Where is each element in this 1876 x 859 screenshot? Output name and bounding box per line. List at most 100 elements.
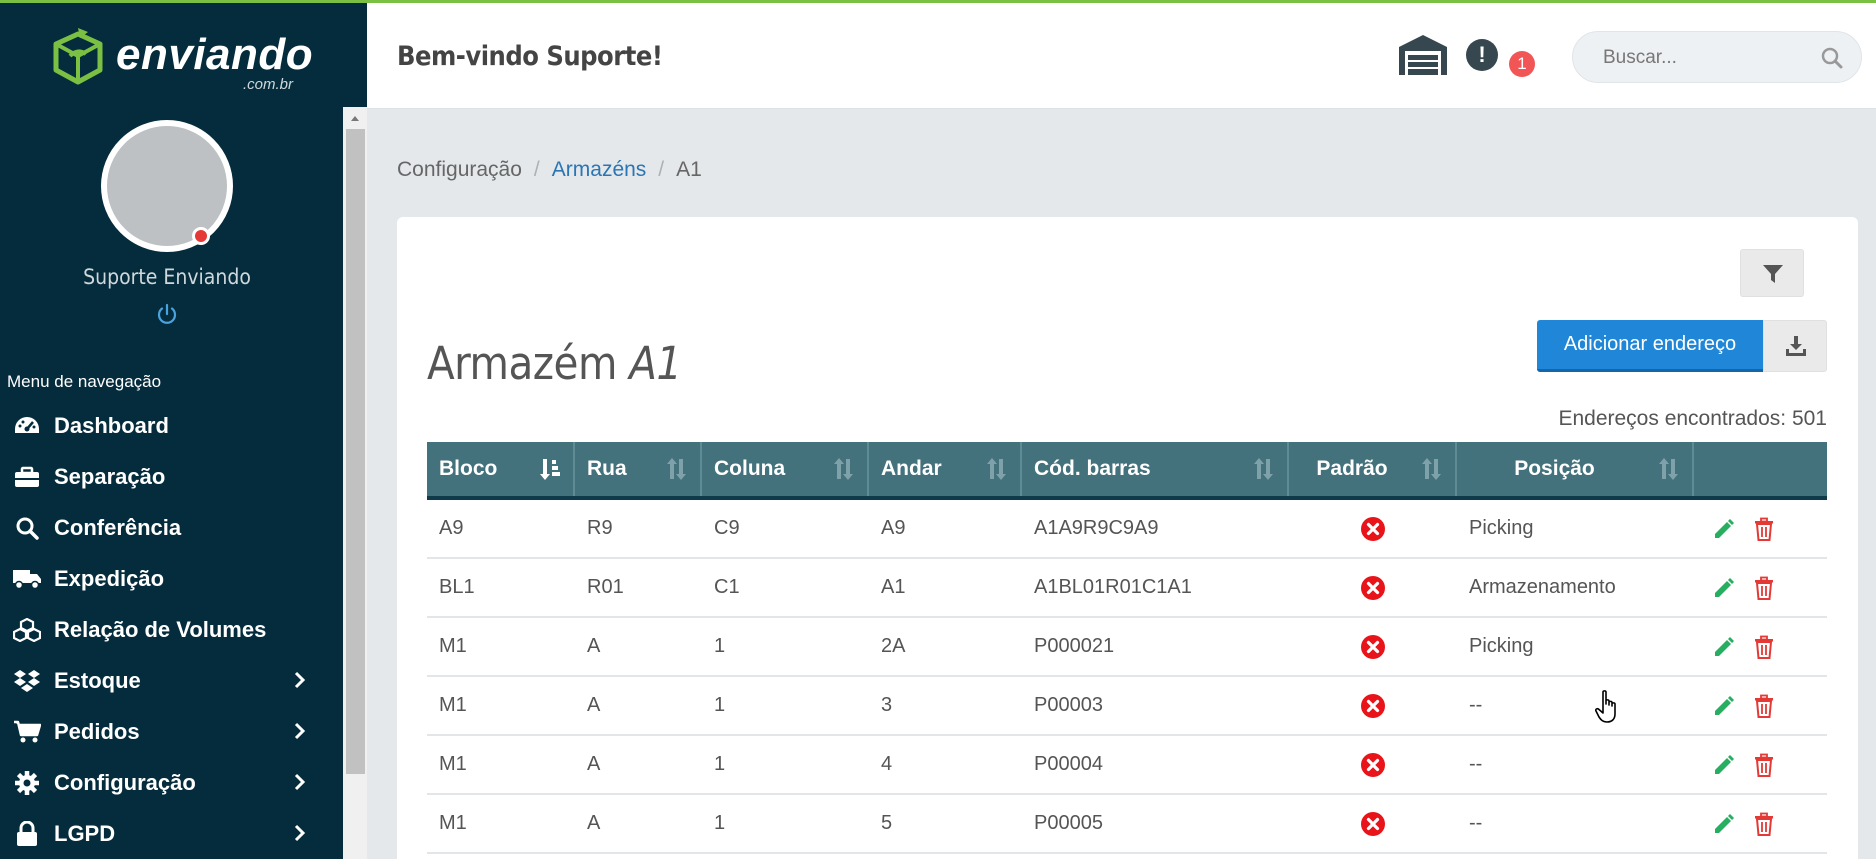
download-button[interactable] (1763, 320, 1827, 372)
breadcrumb: Configuração / Armazéns / A1 (397, 158, 702, 182)
table-row[interactable]: M1 A 1 2A P000021 Picking (427, 618, 1827, 677)
nav-item-dashboard[interactable]: Dashboard (0, 400, 334, 451)
scroll-up-arrow[interactable] (343, 107, 367, 129)
table-row[interactable]: M1 A 1 4 P00004 -- (427, 736, 1827, 795)
column-header-andar[interactable]: Andar (869, 442, 1022, 496)
cell-andar: 2A (881, 635, 906, 657)
sidebar: enviando .com.br Suporte Enviando Menu d… (0, 0, 367, 859)
breadcrumb-link-armazens[interactable]: Armazéns (552, 158, 647, 181)
alert-icon[interactable]: ! (1466, 39, 1498, 71)
table-header: Bloco Rua Coluna Andar Cód. barras Padrã… (427, 442, 1827, 500)
delete-icon[interactable] (1752, 694, 1776, 718)
cell-posicao: Picking (1469, 517, 1534, 539)
delete-icon[interactable] (1752, 635, 1776, 659)
column-header-coluna[interactable]: Coluna (702, 442, 869, 496)
column-header-padrao[interactable]: Padrão (1289, 442, 1457, 496)
cart-icon (12, 719, 42, 745)
nav-item-separacao[interactable]: Separação (0, 451, 334, 502)
add-address-button[interactable]: Adicionar endereço (1537, 320, 1763, 372)
cell-andar: A9 (881, 517, 906, 539)
sort-icon (1422, 458, 1441, 480)
edit-icon[interactable] (1712, 517, 1736, 541)
cell-andar: 4 (881, 753, 893, 775)
dashboard-icon (12, 413, 42, 439)
nav-item-estoque[interactable]: Estoque (0, 655, 334, 706)
nav-item-relacao-volumes[interactable]: Relação de Volumes (0, 604, 334, 655)
power-icon[interactable] (155, 302, 179, 326)
cell-barcode: P00005 (1034, 812, 1103, 834)
cell-bloco: M1 (439, 812, 467, 834)
edit-icon[interactable] (1712, 576, 1736, 600)
edit-icon[interactable] (1712, 635, 1736, 659)
dropbox-icon (12, 668, 42, 694)
column-header-bloco[interactable]: Bloco (427, 442, 575, 496)
addresses-table: Bloco Rua Coluna Andar Cód. barras Padrã… (427, 442, 1827, 854)
x-circle-icon (1361, 693, 1385, 718)
notification-badge[interactable]: 1 (1509, 51, 1535, 77)
breadcrumb-separator: / (533, 158, 540, 181)
cell-rua: A (587, 753, 601, 775)
scrollbar-thumb[interactable] (346, 129, 365, 774)
briefcase-icon (12, 464, 42, 490)
edit-icon[interactable] (1712, 694, 1736, 718)
search-icon[interactable] (1820, 46, 1844, 70)
column-label: Cód. barras (1034, 457, 1151, 480)
column-label: Bloco (439, 457, 498, 480)
edit-icon[interactable] (1712, 753, 1736, 777)
page-title-prefix: Armazém (427, 337, 617, 390)
x-circle-icon (1361, 516, 1385, 541)
delete-icon[interactable] (1752, 576, 1776, 600)
delete-icon[interactable] (1752, 753, 1776, 777)
x-circle-icon (1361, 634, 1385, 659)
sort-icon (834, 458, 853, 480)
cell-posicao: -- (1469, 812, 1483, 834)
cell-coluna: C1 (714, 576, 740, 598)
avatar[interactable] (101, 120, 233, 252)
nav-item-configuracao[interactable]: Configuração (0, 757, 334, 808)
cell-actions (1694, 500, 1827, 557)
cell-barcode: P00003 (1034, 694, 1103, 716)
welcome-message: Bem-vindo Suporte! (397, 41, 663, 72)
delete-icon[interactable] (1752, 812, 1776, 836)
nav-item-label: Pedidos (54, 718, 140, 744)
nav-item-pedidos[interactable]: Pedidos (0, 706, 334, 757)
edit-icon[interactable] (1712, 812, 1736, 836)
cell-bloco: M1 (439, 635, 467, 657)
brand-logo[interactable]: enviando .com.br (48, 26, 318, 93)
table-row[interactable]: BL1 R01 C1 A1 A1BL01R01C1A1 Armazenamento (427, 559, 1827, 618)
nav-item-conferencia[interactable]: Conferência (0, 502, 334, 553)
nav-item-label: Conferência (54, 514, 182, 540)
table-body: A9 R9 C9 A9 A1A9R9C9A9 Picking BL1 R01 C1 A1 A1BL0… (427, 500, 1827, 854)
filter-icon (1763, 265, 1783, 283)
top-header: Bem-vindo Suporte! ! 1 (367, 3, 1876, 109)
cell-bloco: M1 (439, 694, 467, 716)
nav-item-expedicao[interactable]: Expedição (0, 553, 334, 604)
cell-posicao: -- (1469, 753, 1483, 775)
filter-button[interactable] (1740, 249, 1804, 297)
nav-item-lgpd[interactable]: LGPD (0, 808, 334, 859)
search-input[interactable] (1603, 45, 1803, 71)
column-header-posicao[interactable]: Posição (1457, 442, 1694, 496)
page-title-warehouse: A1 (629, 337, 682, 390)
column-header-cod-barras[interactable]: Cód. barras (1022, 442, 1289, 496)
cell-bloco: A9 (439, 517, 464, 539)
cell-padrao (1289, 618, 1457, 675)
search-icon (12, 515, 42, 541)
cell-actions (1694, 795, 1827, 852)
chevron-right-icon (294, 773, 306, 791)
table-row[interactable]: A9 R9 C9 A9 A1A9R9C9A9 Picking (427, 500, 1827, 559)
sort-icon (987, 458, 1006, 480)
cell-barcode: P000021 (1034, 635, 1115, 657)
breadcrumb-root: Configuração (397, 158, 522, 181)
nav-item-label: Separação (54, 463, 166, 489)
cell-coluna: C9 (714, 517, 740, 539)
search-box (1572, 31, 1862, 83)
brand-name: enviando (116, 30, 314, 79)
delete-icon[interactable] (1752, 517, 1776, 541)
table-row[interactable]: M1 A 1 5 P00005 -- (427, 795, 1827, 854)
cell-actions (1694, 618, 1827, 675)
warehouse-icon[interactable] (1397, 33, 1449, 77)
column-header-rua[interactable]: Rua (575, 442, 702, 496)
cell-posicao: Armazenamento (1469, 576, 1616, 598)
sort-icon (667, 458, 686, 480)
